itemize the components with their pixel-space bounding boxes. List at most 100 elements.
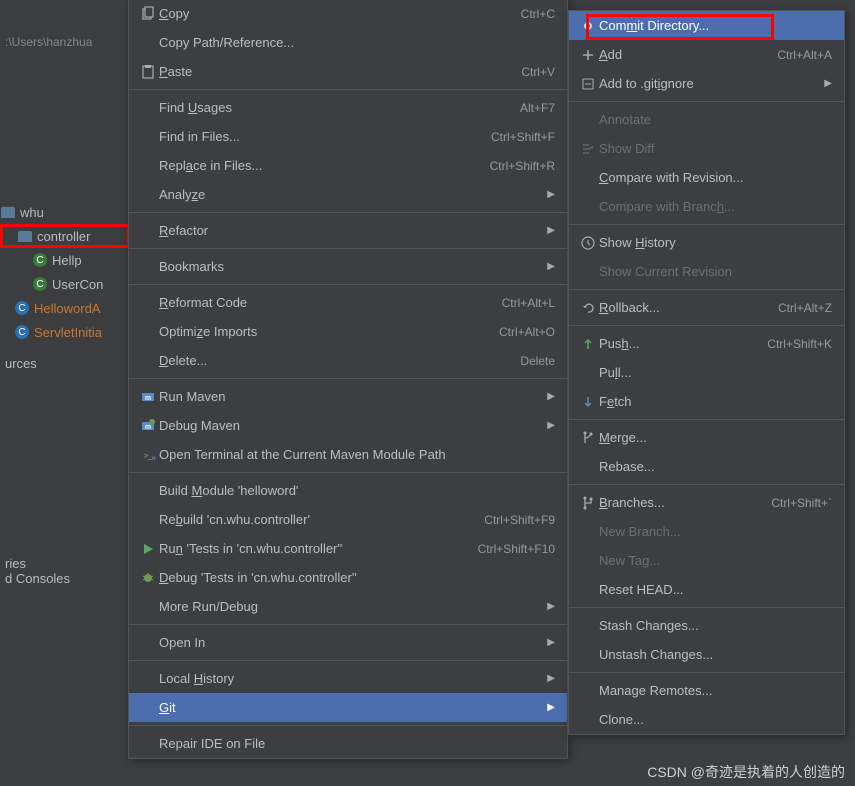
- menuitem-label: Run 'Tests in 'cn.whu.controller'': [159, 541, 478, 556]
- new-tag-menuitem: New Tag...: [569, 546, 844, 575]
- branches-menuitem[interactable]: Branches...Ctrl+Shift+`: [569, 488, 844, 517]
- shortcut-label: Ctrl+Alt+A: [777, 48, 832, 62]
- debug-maven-menuitem[interactable]: mDebug Maven▶: [129, 411, 567, 440]
- separator: [129, 660, 567, 661]
- merge-icon: [577, 430, 599, 446]
- analyze-menuitem[interactable]: Analyze▶: [129, 180, 567, 209]
- run-tests-menuitem[interactable]: Run 'Tests in 'cn.whu.controller''Ctrl+S…: [129, 534, 567, 563]
- debug-tests-menuitem[interactable]: Debug 'Tests in 'cn.whu.controller'': [129, 563, 567, 592]
- shortcut-label: Ctrl+Shift+F10: [478, 542, 555, 556]
- refactor-menuitem[interactable]: Refactor▶: [129, 216, 567, 245]
- open-in-menuitem[interactable]: Open In▶: [129, 628, 567, 657]
- rebuild-menuitem[interactable]: Rebuild 'cn.whu.controller'Ctrl+Shift+F9: [129, 505, 567, 534]
- merge-menuitem[interactable]: Merge...: [569, 423, 844, 452]
- menuitem-label: Add: [599, 47, 777, 62]
- optimize-imports-menuitem[interactable]: Optimize ImportsCtrl+Alt+O: [129, 317, 567, 346]
- rebase-menuitem[interactable]: Rebase...: [569, 452, 844, 481]
- whu-item[interactable]: whu: [0, 200, 130, 224]
- add-menuitem[interactable]: AddCtrl+Alt+A: [569, 40, 844, 69]
- find-in-files-menuitem[interactable]: Find in Files...Ctrl+Shift+F: [129, 122, 567, 151]
- paste-menuitem[interactable]: PasteCtrl+V: [129, 57, 567, 86]
- empty-icon: [137, 259, 159, 275]
- replace-in-files-menuitem[interactable]: Replace in Files...Ctrl+Shift+R: [129, 151, 567, 180]
- empty-icon: [137, 512, 159, 528]
- menuitem-label: Branches...: [599, 495, 771, 510]
- clone-menuitem[interactable]: Clone...: [569, 705, 844, 734]
- paste-icon: [137, 64, 159, 80]
- class-icon: C: [32, 276, 48, 292]
- menuitem-label: Pull...: [599, 365, 832, 380]
- menuitem-label: Repair IDE on File: [159, 736, 555, 751]
- reformat-menuitem[interactable]: Reformat CodeCtrl+Alt+L: [129, 288, 567, 317]
- tree-extra2: ries d Consoles: [5, 556, 70, 586]
- separator: [129, 378, 567, 379]
- run-maven-menuitem[interactable]: mRun Maven▶: [129, 382, 567, 411]
- bookmarks-menuitem[interactable]: Bookmarks▶: [129, 252, 567, 281]
- submenu-arrow-icon: ▶: [547, 420, 555, 431]
- tree-extra: urces: [5, 356, 37, 371]
- empty-icon: [137, 700, 159, 716]
- menuitem-label: Compare with Revision...: [599, 170, 832, 185]
- fetch-menuitem[interactable]: Fetch: [569, 387, 844, 416]
- shortcut-label: Ctrl+Shift+K: [767, 337, 832, 351]
- menuitem-label: Git: [159, 700, 541, 715]
- empty-icon: [577, 553, 599, 569]
- usercon-item[interactable]: CUserCon: [0, 272, 130, 296]
- reset-head-menuitem[interactable]: Reset HEAD...: [569, 575, 844, 604]
- find-usages-menuitem[interactable]: Find UsagesAlt+F7: [129, 93, 567, 122]
- empty-icon: [577, 459, 599, 475]
- unstash-menuitem[interactable]: Unstash Changes...: [569, 640, 844, 669]
- bug-icon: [137, 570, 159, 586]
- class-icon: C: [32, 252, 48, 268]
- class-icon: C: [14, 300, 30, 316]
- open-terminal-menuitem[interactable]: >_mOpen Terminal at the Current Maven Mo…: [129, 440, 567, 469]
- git-menuitem[interactable]: Git▶: [129, 693, 567, 722]
- push-menuitem[interactable]: Push...Ctrl+Shift+K: [569, 329, 844, 358]
- more-run-menuitem[interactable]: More Run/Debug▶: [129, 592, 567, 621]
- branch-icon: [577, 495, 599, 511]
- local-history-menuitem[interactable]: Local History▶: [129, 664, 567, 693]
- manage-remotes-menuitem[interactable]: Manage Remotes...: [569, 676, 844, 705]
- commit-dir-menuitem[interactable]: Commit Directory...: [569, 11, 844, 40]
- empty-icon: [577, 170, 599, 186]
- compare-rev-menuitem[interactable]: Compare with Revision...: [569, 163, 844, 192]
- rollback-menuitem[interactable]: Rollback...Ctrl+Alt+Z: [569, 293, 844, 322]
- separator: [569, 419, 844, 420]
- watermark: CSDN @奇迹是执着的人创造的: [647, 762, 845, 782]
- servletinitia-item[interactable]: CServletInitia: [0, 320, 130, 344]
- svg-text:m: m: [145, 395, 151, 402]
- copy-path-menuitem[interactable]: Copy Path/Reference...: [129, 28, 567, 57]
- show-history-menuitem[interactable]: Show History: [569, 228, 844, 257]
- menuitem-label: More Run/Debug: [159, 599, 541, 614]
- clock-icon: [577, 235, 599, 251]
- controller-item[interactable]: controller: [0, 224, 130, 248]
- annotate-menuitem: Annotate: [569, 105, 844, 134]
- copy-menuitem[interactable]: CopyCtrl+C: [129, 0, 567, 28]
- add-gitignore-menuitem[interactable]: Add to .gitignore▶: [569, 69, 844, 98]
- pull-menuitem[interactable]: Pull...: [569, 358, 844, 387]
- repair-ide-menuitem[interactable]: Repair IDE on File: [129, 729, 567, 758]
- separator: [569, 607, 844, 608]
- delete-menuitem[interactable]: Delete...Delete: [129, 346, 567, 375]
- empty-icon: [137, 129, 159, 145]
- empty-icon: [577, 365, 599, 381]
- helloworda-item[interactable]: CHellowordA: [0, 296, 130, 320]
- empty-icon: [137, 35, 159, 51]
- empty-icon: [577, 712, 599, 728]
- menuitem-label: Commit Directory...: [599, 18, 832, 33]
- hellp-item[interactable]: CHellp: [0, 248, 130, 272]
- shortcut-label: Ctrl+Shift+R: [490, 159, 555, 173]
- menuitem-label: Copy Path/Reference...: [159, 35, 555, 50]
- menuitem-label: Build Module 'helloword': [159, 483, 555, 498]
- separator: [129, 212, 567, 213]
- maven-icon: m: [137, 389, 159, 405]
- show-diff-menuitem: Show Diff: [569, 134, 844, 163]
- menuitem-label: Push...: [599, 336, 767, 351]
- separator: [569, 101, 844, 102]
- shortcut-label: Ctrl+Shift+F: [491, 130, 555, 144]
- stash-menuitem[interactable]: Stash Changes...: [569, 611, 844, 640]
- menuitem-label: Bookmarks: [159, 259, 541, 274]
- empty-icon: [577, 683, 599, 699]
- menuitem-label: Run Maven: [159, 389, 541, 404]
- build-module-menuitem[interactable]: Build Module 'helloword': [129, 476, 567, 505]
